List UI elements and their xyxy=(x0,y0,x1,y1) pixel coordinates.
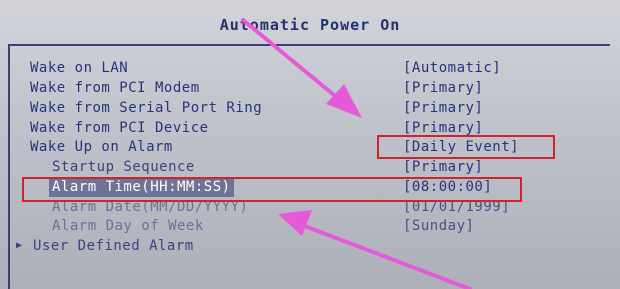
setting-label: Wake on LAN xyxy=(30,60,129,76)
setting-value[interactable]: [08:00:00] xyxy=(403,177,492,197)
setting-row-alarm-day-of-week[interactable]: Alarm Day of Week [Sunday] xyxy=(0,216,620,236)
setting-value[interactable]: [01/01/1999] xyxy=(403,197,510,217)
setting-value[interactable]: [Primary] xyxy=(403,98,483,118)
setting-row-wake-on-lan[interactable]: Wake on LAN [Automatic] xyxy=(0,58,620,78)
setting-value[interactable]: [Primary] xyxy=(403,78,483,98)
bios-screen: Automatic Power On Wake on LAN [Automati… xyxy=(0,0,620,289)
setting-row-alarm-time[interactable]: Alarm Time(HH:MM:SS) [08:00:00] xyxy=(0,177,620,197)
setting-label: Wake Up on Alarm xyxy=(30,139,173,155)
setting-row-startup-sequence[interactable]: Startup Sequence [Primary] xyxy=(0,157,620,177)
setting-row-wake-pci-device[interactable]: Wake from PCI Device [Primary] xyxy=(0,118,620,138)
setting-value[interactable]: [Sunday] xyxy=(403,216,474,236)
setting-row-wake-pci-modem[interactable]: Wake from PCI Modem [Primary] xyxy=(0,78,620,98)
setting-value[interactable]: [Daily Event] xyxy=(403,137,519,157)
setting-label: Wake from Serial Port Ring xyxy=(30,100,263,116)
setting-label: Startup Sequence xyxy=(52,159,195,175)
setting-value[interactable]: [Automatic] xyxy=(403,58,501,78)
setting-label: User Defined Alarm xyxy=(33,238,194,254)
title-bar: Automatic Power On xyxy=(10,0,610,46)
setting-label: Alarm Day of Week xyxy=(52,218,204,234)
setting-row-alarm-date[interactable]: Alarm Date(MM/DD/YYYY) [01/01/1999] xyxy=(0,197,620,217)
setting-row-wake-serial-port-ring[interactable]: Wake from Serial Port Ring [Primary] xyxy=(0,98,620,118)
setting-label: Wake from PCI Modem xyxy=(30,80,200,96)
setting-label: Alarm Time(HH:MM:SS) xyxy=(49,177,234,197)
submenu-arrow-icon: ▶ xyxy=(16,240,23,251)
setting-label: Alarm Date(MM/DD/YYYY) xyxy=(52,199,249,215)
setting-value[interactable]: [Primary] xyxy=(403,118,483,138)
setting-value[interactable]: [Primary] xyxy=(403,157,483,177)
setting-label: Wake from PCI Device xyxy=(30,120,209,136)
page-title: Automatic Power On xyxy=(219,16,401,34)
setting-row-wake-up-on-alarm[interactable]: Wake Up on Alarm [Daily Event] xyxy=(0,137,620,157)
submenu-user-defined-alarm[interactable]: ▶ User Defined Alarm xyxy=(0,236,620,256)
